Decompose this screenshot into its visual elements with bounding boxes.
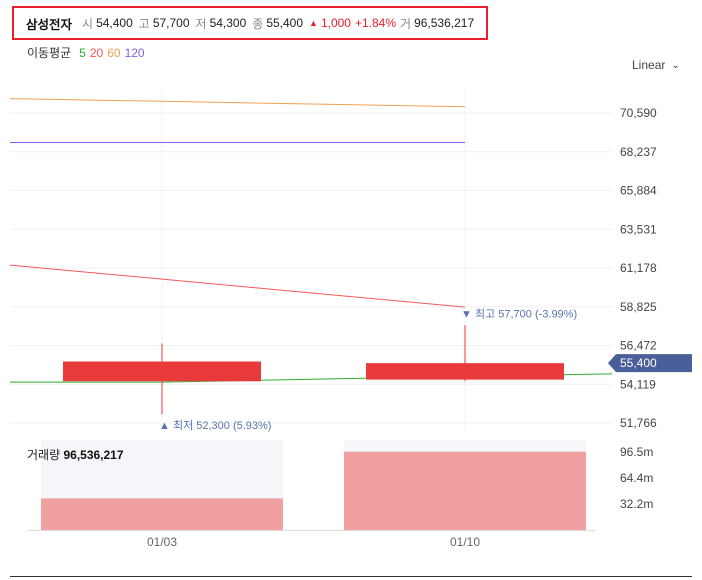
volume-panel-label: 거래량 [27,448,61,462]
y-tick-label: 58,825 [620,300,657,314]
volume-y-tick-label: 32.2m [620,497,653,511]
y-tick-label: 61,178 [620,261,657,275]
y-tick-label: 54,119 [620,377,656,391]
x-tick-label: 01/03 [147,535,177,549]
x-tick-label: 01/10 [450,535,480,549]
volume-y-tick-label: 64.4m [620,471,653,485]
bottom-divider [10,576,692,577]
volume-panel-title: 거래량 96,536,217 [27,446,124,463]
volume-bar [344,451,586,530]
y-tick-label: 70,590 [620,106,657,120]
volume-y-tick-label: 96.5m [620,445,653,459]
high-annotation: ▼ 최고 57,700 (-3.99%) [461,307,577,320]
candle-body [63,361,261,382]
y-tick-label: 65,884 [620,184,657,198]
y-tick-label: 63,531 [620,222,657,236]
low-annotation: ▲ 최저 52,300 (5.93%) [159,419,271,432]
ma-line-20 [9,264,466,308]
y-tick-label: 51,766 [620,416,657,430]
volume-panel-value: 96,536,217 [63,448,124,462]
candle-body [366,363,564,380]
current-price-label: 55,400 [620,356,657,370]
ma-line-60 [9,98,466,108]
volume-bar [41,498,283,530]
y-tick-label: 56,472 [620,339,657,353]
price-chart: 70,590 68,237 65,884 63,531 61,178 58,825 56,4… [9,90,692,549]
y-tick-label: 68,237 [620,145,657,159]
